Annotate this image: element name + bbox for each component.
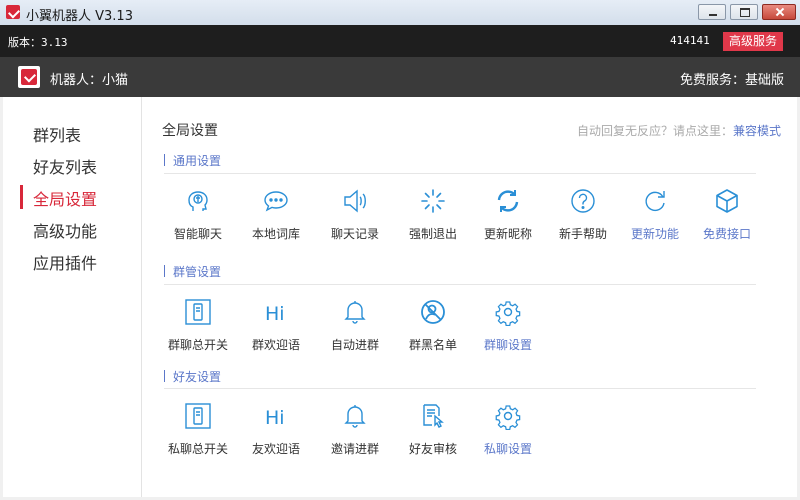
gear-icon [494,402,522,431]
tile-label: 强制退出 [408,227,457,241]
tile-chat-history[interactable]: 聊天记录 [315,187,395,242]
brain-head-icon [184,187,212,215]
tile-update-nickname[interactable]: 更新昵称 [468,187,548,242]
refresh-arrows-icon [494,187,522,215]
robot-name: 机器人：小猫 [50,73,129,88]
compat-hint-text: 自动回复无反应？请点这里： [576,124,733,138]
tile-label: 群欢迎语 [251,338,300,352]
robot-logo-icon [18,66,40,88]
tile-label: 免费接口 [702,227,751,241]
maximize-button[interactable] [730,4,758,20]
sidebar-item-friends[interactable]: 好友列表 [33,154,97,178]
compat-mode-link[interactable]: 兼容模式 [733,124,781,138]
tile-force-exit[interactable]: 强制退出 [393,187,473,242]
tile-friend-welcome[interactable]: Hi 友欢迎语 [236,402,316,457]
hi-icon: Hi [262,298,290,326]
tile-label: 新手帮助 [558,227,607,241]
tile-friend-review[interactable]: 好友审核 [393,402,473,457]
bell-icon [341,402,369,430]
cube-icon [713,187,741,215]
switch-icon [184,402,212,430]
premium-service-button[interactable]: 高级服务 [723,32,783,51]
section-divider [164,173,756,174]
sidebar-item-plugins[interactable]: 应用插件 [33,250,97,274]
tile-label: 更新功能 [630,227,679,241]
tile-local-lexicon[interactable]: 本地词库 [236,187,316,242]
gear-icon [494,298,522,327]
version-bar: 版本：3.13 414141 高级服务 [0,25,800,57]
tile-group-master-switch[interactable]: 群聊总开关 [158,298,238,353]
tile-invite-to-group[interactable]: 邀请进群 [315,402,395,457]
tile-free-api[interactable]: 免费接口 [687,187,767,242]
main-panel: 全局设置 自动回复无反应？请点这里：兼容模式 通用设置 智能聊天 本地词库 聊天… [142,97,797,497]
tile-label: 群聊总开关 [167,338,228,352]
tile-label: 私聊总开关 [167,442,228,456]
speaker-icon [341,187,369,215]
sidebar-active-marker [20,185,23,209]
tile-label: 聊天记录 [330,227,379,241]
free-service-label: 免费服务：基础版 [679,73,784,88]
bell-icon [341,298,369,326]
svg-text:Hi: Hi [265,407,285,429]
window-titlebar[interactable]: 小翼机器人 V3.13 [0,0,800,26]
sidebar: 群列表 好友列表 全局设置 高级功能 应用插件 [3,97,142,497]
hi-icon: Hi [262,402,290,430]
reload-icon [641,187,669,215]
section-heading-group: 群管设置 [164,263,221,280]
version-text: 版本：3.13 [8,36,68,49]
tile-group-settings[interactable]: 群聊设置 [468,298,548,353]
tile-label: 本地词库 [251,227,300,241]
loading-spinner-icon [419,187,447,215]
tile-auto-join-group[interactable]: 自动进群 [315,298,395,353]
compat-hint: 自动回复无反应？请点这里：兼容模式 [577,122,781,139]
section-heading-friends: 好友设置 [164,368,221,385]
page-title: 全局设置 [162,123,218,139]
svg-text:Hi: Hi [265,303,285,325]
sidebar-item-global-settings[interactable]: 全局设置 [33,186,97,210]
sidebar-item-advanced[interactable]: 高级功能 [33,218,97,242]
tile-group-welcome[interactable]: Hi 群欢迎语 [236,298,316,353]
tile-group-blacklist[interactable]: 群黑名单 [393,298,473,353]
section-divider [164,388,756,389]
user-id: 414141 [670,34,710,47]
tile-private-settings[interactable]: 私聊设置 [468,402,548,457]
tile-label: 智能聊天 [173,227,222,241]
section-divider [164,284,756,285]
tile-label: 私聊设置 [483,442,532,456]
tile-label: 自动进群 [330,338,379,352]
tile-label: 群聊设置 [483,338,532,352]
sidebar-item-groups[interactable]: 群列表 [33,122,81,146]
chat-bubble-icon [262,187,290,215]
app-logo-icon [6,5,20,19]
window-title: 小翼机器人 V3.13 [26,9,133,24]
tile-label: 更新昵称 [483,227,532,241]
tile-label: 好友审核 [408,442,457,456]
tile-label: 友欢迎语 [251,442,300,456]
tile-update-features[interactable]: 更新功能 [615,187,695,242]
document-click-icon [419,402,447,430]
help-circle-icon [569,187,597,215]
switch-icon [184,298,212,326]
tile-label: 邀请进群 [330,442,379,456]
robot-bar: 机器人：小猫 免费服务：基础版 [0,57,800,97]
tile-private-master-switch[interactable]: 私聊总开关 [158,402,238,457]
close-button[interactable] [762,4,796,20]
blocked-user-icon [419,298,447,326]
tile-smart-chat[interactable]: 智能聊天 [158,187,238,242]
tile-label: 群黑名单 [408,338,457,352]
section-heading-general: 通用设置 [164,152,221,169]
minimize-button[interactable] [698,4,726,20]
tile-beginner-help[interactable]: 新手帮助 [543,187,623,242]
